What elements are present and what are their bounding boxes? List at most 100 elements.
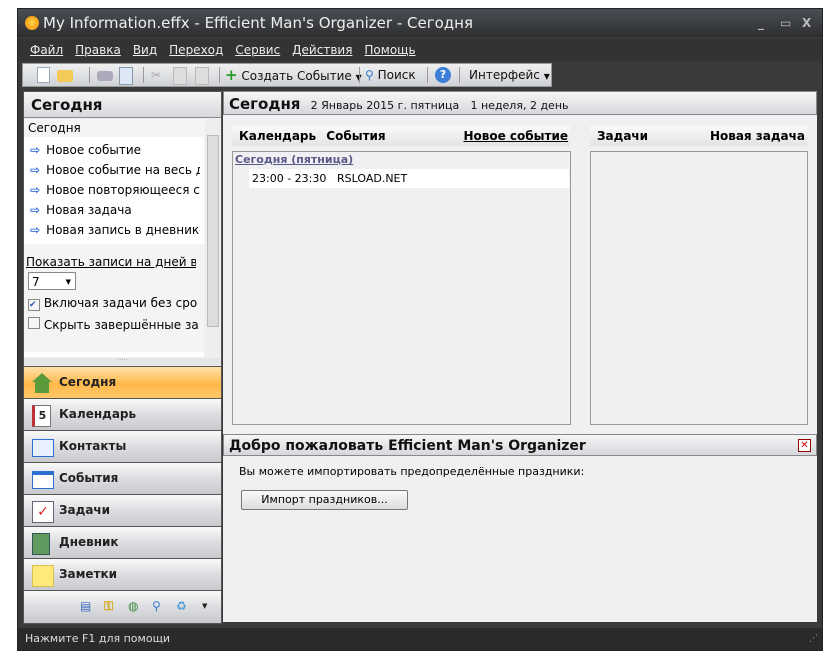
new-task-link[interactable]: Новая задача <box>710 126 805 146</box>
link-new-event[interactable]: ⇨ Новое событие <box>30 143 200 157</box>
maximize-button[interactable]: ▭ <box>780 9 791 37</box>
menu-bar: Файл Правка Вид Переход Сервис Действия Помощь <box>18 39 822 61</box>
link-new-allday-event[interactable]: ⇨Новое событие на весь день <box>30 163 200 177</box>
menu-tools[interactable]: Сервис <box>235 43 280 57</box>
tab-events[interactable]: События <box>326 129 385 143</box>
chevron-down-icon: ▼ <box>543 72 550 81</box>
new-event-link[interactable]: Новое событие <box>463 126 568 146</box>
new-file-icon[interactable] <box>37 67 50 83</box>
arrow-right-icon: ⇨ <box>30 163 41 177</box>
event-time: 23:00 - 23:30 <box>252 172 327 185</box>
menu-file[interactable]: Файл <box>30 43 63 57</box>
sidebar: Сегодня Сегодня ⇨ Новое событие ⇨ Новое со… <box>23 91 222 624</box>
close-button[interactable]: X <box>802 9 811 37</box>
tab-calendar[interactable]: Календарь <box>239 129 316 143</box>
calendar-icon: 5 <box>32 405 51 427</box>
checkbox-checked-icon: ✔ <box>28 299 40 311</box>
chevron-down-icon[interactable]: ▼ <box>202 591 207 622</box>
globe-lock-icon[interactable]: ◍ <box>128 591 138 622</box>
open-folder-icon[interactable] <box>57 70 73 82</box>
link-new-task[interactable]: ⇨ Новая задача <box>30 203 200 217</box>
show-days-label: Показать записи на дней вперёд <box>26 255 196 269</box>
menu-view[interactable]: Вид <box>133 43 157 57</box>
nav-tasks[interactable]: ✓ Задачи <box>24 494 221 526</box>
search-button[interactable]: ⚲ Поиск <box>365 64 416 86</box>
arrow-right-icon: ⇨ <box>30 143 41 157</box>
copy-icon[interactable] <box>173 67 187 85</box>
link-new-diary-entry[interactable]: ⇨ Новая запись в дневнике <box>30 223 200 237</box>
recycle-bin-icon[interactable]: ♻ <box>176 591 187 622</box>
sidebar-header: Сегодня <box>24 92 221 118</box>
sidebar-scrollbar[interactable] <box>205 119 220 357</box>
app-window: My Information.effx - Efficient Man's Or… <box>17 8 823 651</box>
minimize-button[interactable]: _ <box>758 9 764 37</box>
tasks-title: Задачи <box>597 129 649 143</box>
events-grid-icon <box>32 471 54 489</box>
sticky-note-icon <box>32 565 54 587</box>
resize-grip-icon[interactable]: ⋰ <box>809 628 818 650</box>
import-holidays-button[interactable]: Импорт праздников... <box>241 490 408 510</box>
status-bar: Нажмите F1 для помощи ⋰ <box>18 628 822 650</box>
days-dropdown[interactable]: 7 ▼ <box>28 272 76 290</box>
splitter-handle[interactable]: ····· <box>24 358 221 365</box>
task-checklist-icon: ✓ <box>32 501 54 523</box>
nav-today[interactable]: Сегодня <box>24 366 221 398</box>
contacts-icon <box>32 439 54 457</box>
key-icon[interactable]: ⚿ <box>104 591 113 622</box>
nav-shortcuts-bar: ▤ ⚿ ◍ ⚲ ♻ ▼ <box>24 590 221 623</box>
checkbox-empty-icon <box>28 317 40 329</box>
main-header: Сегодня 2 Январь 2015 г. пятница 1 недел… <box>223 91 817 115</box>
print-preview-icon[interactable] <box>119 67 133 85</box>
events-list: Сегодня (пятница) 23:00 - 23:30 RSLOAD.N… <box>232 151 571 425</box>
welcome-text: Вы можете импортировать предопределённые… <box>239 465 585 478</box>
main-area: Сегодня 2 Январь 2015 г. пятница 1 недел… <box>223 91 817 622</box>
home-icon <box>32 373 52 393</box>
welcome-header: Добро пожаловать Efficient Man's Organiz… <box>223 434 817 456</box>
hide-completed-checkbox[interactable]: Скрыть завершённые задачи <box>28 317 198 332</box>
title-bar: My Information.effx - Efficient Man's Or… <box>18 9 822 37</box>
events-panel-header: Календарь События Новое событие <box>232 126 570 146</box>
date-label: 2 Январь 2015 г. пятница <box>310 99 460 112</box>
plus-icon: + <box>225 66 238 84</box>
main-title: Сегодня <box>229 95 301 113</box>
search-icon: ⚲ <box>365 68 374 82</box>
search-icon[interactable]: ⚲ <box>152 591 161 622</box>
clipboard-icon[interactable]: ▤ <box>80 591 91 622</box>
close-icon[interactable]: ✕ <box>798 439 811 452</box>
nav-notes[interactable]: Заметки <box>24 558 221 590</box>
today-panel: Сегодня ⇨ Новое событие ⇨ Новое событие на… <box>24 119 208 357</box>
welcome-title: Добро пожаловать Efficient Man's Organiz… <box>229 438 586 454</box>
interface-menu-button[interactable]: Интерфейс ▼ <box>469 64 550 88</box>
tasks-panel-header: Задачи Новая задача <box>590 126 807 146</box>
app-icon <box>25 16 39 30</box>
status-text: Нажмите F1 для помощи <box>25 632 171 645</box>
nav-events[interactable]: События <box>24 462 221 494</box>
nav-diary[interactable]: Дневник <box>24 526 221 558</box>
cut-icon[interactable]: ✂ <box>151 67 167 83</box>
menu-help[interactable]: Помощь <box>364 43 415 57</box>
create-event-button[interactable]: + Создать Событие ▼ <box>225 64 362 89</box>
week-label: 1 неделя, 2 день <box>470 99 569 112</box>
paste-icon[interactable] <box>195 67 209 85</box>
link-new-recurring-event[interactable]: ⇨Новое повторяющееся событие <box>30 183 200 197</box>
nav-calendar[interactable]: 5 Календарь <box>24 398 221 430</box>
arrow-right-icon: ⇨ <box>30 223 41 237</box>
window-title: My Information.effx - Efficient Man's Or… <box>43 14 473 32</box>
event-row[interactable]: 23:00 - 23:30 RSLOAD.NET <box>249 169 569 188</box>
day-header-link[interactable]: Сегодня (пятница) <box>235 153 353 166</box>
arrow-right-icon: ⇨ <box>30 203 41 217</box>
menu-edit[interactable]: Правка <box>75 43 121 57</box>
event-title: RSLOAD.NET <box>337 172 408 185</box>
nav-contacts[interactable]: Контакты <box>24 430 221 462</box>
arrow-right-icon: ⇨ <box>30 183 41 197</box>
toolbar: ✂ + Создать Событие ▼ ⚲ Поиск ? Интерфей… <box>22 63 552 87</box>
menu-go[interactable]: Переход <box>169 43 223 57</box>
include-tasks-checkbox[interactable]: ✔ Включая задачи без срока <box>28 296 198 311</box>
diary-book-icon <box>32 533 50 555</box>
tasks-list <box>590 151 808 425</box>
section-label: Сегодня <box>24 119 208 137</box>
help-icon[interactable]: ? <box>435 67 451 83</box>
print-icon[interactable] <box>97 71 113 81</box>
chevron-down-icon: ▼ <box>65 278 71 286</box>
menu-actions[interactable]: Действия <box>292 43 352 57</box>
